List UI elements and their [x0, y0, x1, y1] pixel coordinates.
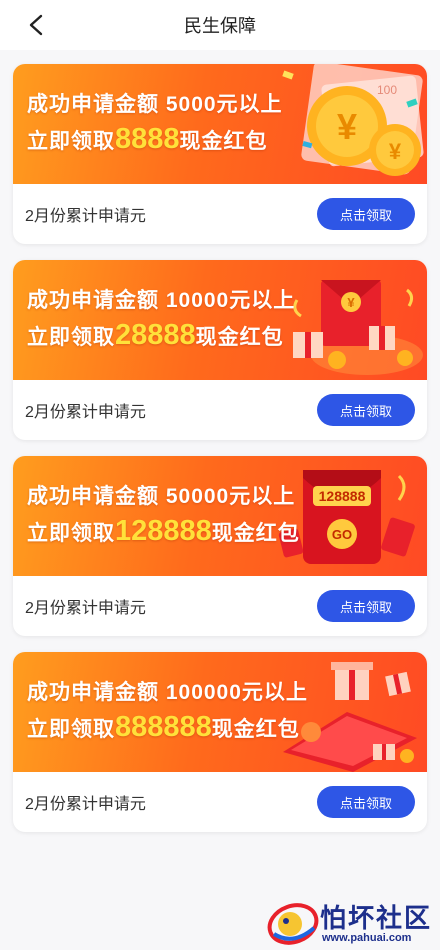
reward-card: 成功申请金额 100000元以上 立即领取888888现金红包 2月份累计申请元… — [13, 652, 427, 832]
svg-text:100: 100 — [377, 83, 397, 97]
reward-banner: 成功申请金额 50000元以上 立即领取128888现金红包 128888 GO — [13, 456, 427, 576]
svg-text:¥: ¥ — [337, 106, 357, 147]
claim-button[interactable]: 点击领取 — [317, 394, 415, 426]
monthly-applied-text: 2月份累计申请元 — [25, 404, 146, 421]
reward-amount: 128888 — [115, 515, 212, 547]
site-watermark: 怕坏社区 www.pahuai.com — [266, 898, 438, 948]
banner-condition-text: 成功申请金额 100000元以上 — [27, 681, 308, 704]
monthly-applied-text: 2月份累计申请元 — [25, 796, 146, 813]
svg-text:GO: GO — [332, 527, 352, 542]
reward-banner: 成功申请金额 100000元以上 立即领取888888现金红包 — [13, 652, 427, 772]
reward-amount: 8888 — [115, 123, 180, 155]
reward-card: 成功申请金额 50000元以上 立即领取128888现金红包 128888 GO… — [13, 456, 427, 636]
banner-reward-text: 立即领取8888现金红包 — [27, 123, 268, 155]
watermark-logo-icon — [267, 903, 319, 945]
back-arrow-icon[interactable] — [22, 11, 50, 39]
banner-condition-text: 成功申请金额 50000元以上 — [27, 485, 296, 508]
banner-reward-text: 立即领取28888现金红包 — [27, 319, 284, 351]
page-title: 民生保障 — [184, 16, 256, 36]
reward-amount: 888888 — [115, 711, 212, 743]
svg-text:128888: 128888 — [319, 488, 366, 504]
claim-button[interactable]: 点击领取 — [317, 786, 415, 818]
claim-button[interactable]: 点击领取 — [317, 198, 415, 230]
reward-amount: 28888 — [115, 319, 196, 351]
svg-text:¥: ¥ — [389, 139, 402, 164]
watermark-url: www.pahuai.com — [322, 932, 412, 944]
reward-card-list: 成功申请金额 5000元以上 立即领取8888现金红包 100 ¥ ¥ 2月份累… — [0, 50, 440, 832]
banner-reward-text: 立即领取128888现金红包 — [27, 515, 300, 547]
claim-button[interactable]: 点击领取 — [317, 590, 415, 622]
banner-condition-text: 成功申请金额 10000元以上 — [27, 289, 296, 312]
monthly-applied-text: 2月份累计申请元 — [25, 208, 146, 225]
top-nav-bar: 民生保障 — [0, 0, 440, 50]
banner-condition-text: 成功申请金额 5000元以上 — [27, 93, 283, 116]
reward-banner: 成功申请金额 5000元以上 立即领取8888现金红包 100 ¥ ¥ — [13, 64, 427, 184]
reward-card: 成功申请金额 10000元以上 立即领取28888现金红包 ¥ 2月份累计申请元… — [13, 260, 427, 440]
reward-card: 成功申请金额 5000元以上 立即领取8888现金红包 100 ¥ ¥ 2月份累… — [13, 64, 427, 244]
svg-text:¥: ¥ — [347, 295, 355, 310]
monthly-applied-text: 2月份累计申请元 — [25, 600, 146, 617]
banner-reward-text: 立即领取888888现金红包 — [27, 711, 300, 743]
watermark-title: 怕坏社区 — [320, 903, 433, 933]
gold-coin-bills-illustration: 100 ¥ ¥ — [282, 64, 424, 176]
reward-banner: 成功申请金额 10000元以上 立即领取28888现金红包 ¥ — [13, 260, 427, 380]
red-envelope-gift-illustration: ¥ — [293, 280, 423, 375]
